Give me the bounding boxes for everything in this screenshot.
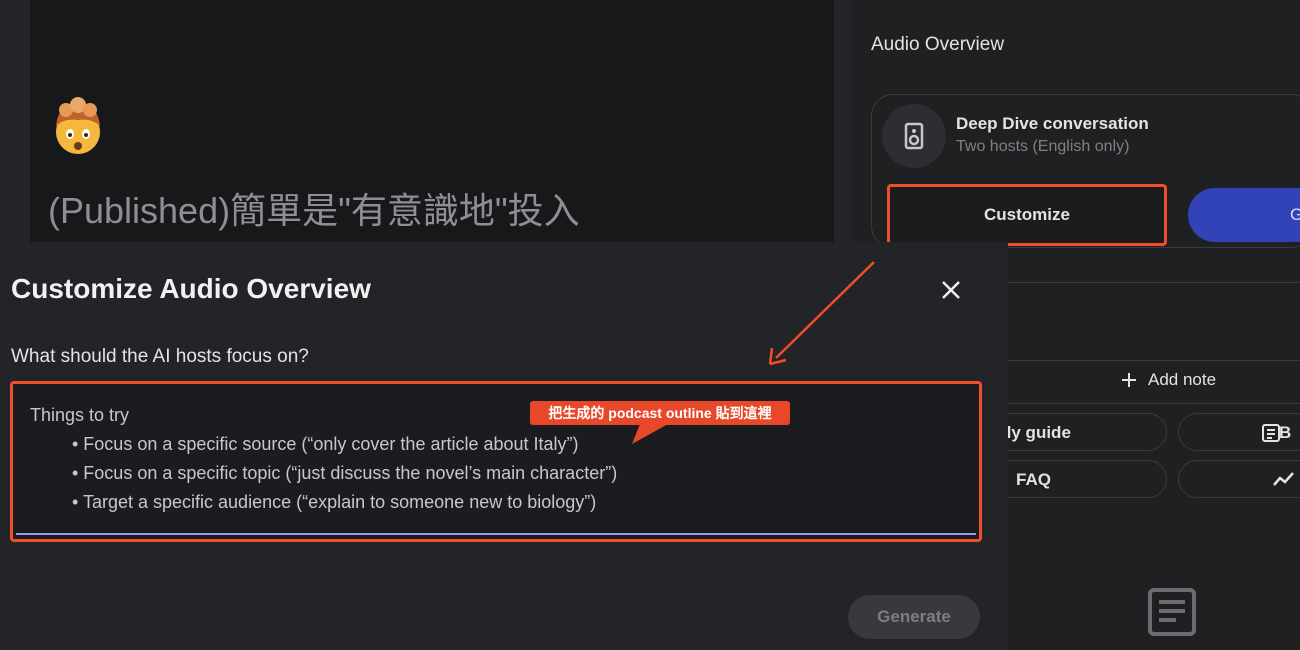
customize-button[interactable]: Customize [887, 184, 1167, 246]
exploding-head-icon [56, 97, 100, 154]
placeholder-bullet: • Target a specific audience (“explain t… [72, 492, 597, 512]
textarea-focus-underline [16, 533, 976, 535]
briefing-doc-chip[interactable]: B [1178, 413, 1300, 451]
briefing-doc-label: B [1279, 423, 1292, 442]
placeholder-heading: Things to try [30, 405, 130, 425]
placeholder-bullet: • Focus on a specific topic (“just discu… [72, 463, 618, 483]
focus-textarea[interactable] [10, 381, 982, 542]
panel-divider [1008, 360, 1300, 361]
document-title: (Published)簡單是"有意識地"投入 [48, 190, 580, 231]
placeholder-bullet: • Focus on a specific source (“only cove… [72, 434, 579, 454]
document-icon [1148, 588, 1196, 636]
timeline-icon [1273, 472, 1294, 486]
deep-dive-subtitle: Two hosts (English only) [956, 138, 1130, 155]
add-note-label: Add note [1148, 370, 1217, 389]
panel-divider [1008, 403, 1300, 404]
focus-question-label: What should the AI hosts focus on? [11, 346, 309, 367]
timeline-chip[interactable] [1178, 460, 1300, 498]
generate-audio-button[interactable]: G [1188, 188, 1300, 242]
left-margin [0, 0, 30, 242]
close-icon[interactable] [936, 275, 966, 305]
plus-icon [1122, 373, 1136, 387]
add-note-button[interactable]: Add note [1120, 370, 1216, 390]
panel-gutter [834, 0, 852, 242]
speaker-icon-container [882, 104, 946, 168]
generate-button[interactable]: Generate [848, 595, 980, 639]
study-guide-label: dy guide [1001, 423, 1071, 442]
annotation-callout: 把生成的 podcast outline 貼到這裡 [530, 401, 790, 425]
faq-label: FAQ [1016, 470, 1051, 489]
deep-dive-title: Deep Dive conversation [956, 114, 1149, 133]
audio-overview-title: Audio Overview [871, 34, 1005, 55]
dialog-title: Customize Audio Overview [11, 273, 371, 304]
speaker-icon [904, 122, 924, 150]
panel-divider [1008, 282, 1300, 283]
study-guide-icon [1262, 424, 1280, 442]
